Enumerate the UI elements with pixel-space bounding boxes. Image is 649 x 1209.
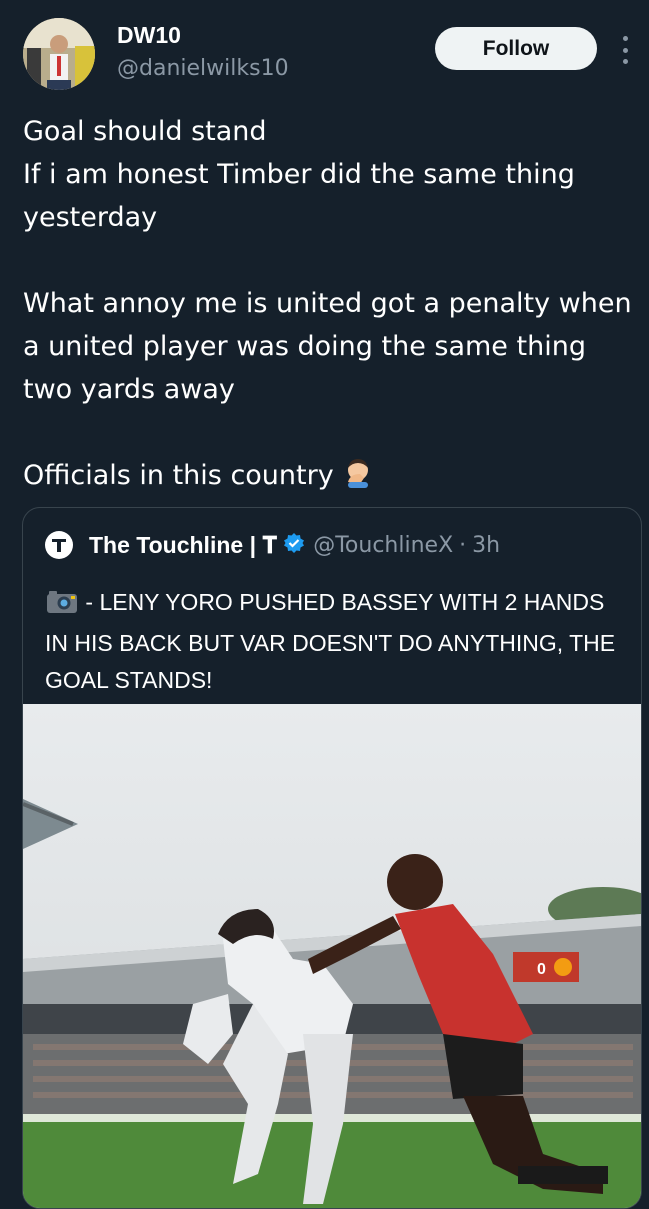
quoted-handle[interactable]: @TouchlineX	[313, 533, 453, 558]
tweet-body: Goal should stand If i am honest Timber …	[23, 110, 638, 501]
media-image[interactable]: 0	[23, 704, 641, 1208]
quoted-tweet[interactable]: The Touchline | 𝐓 @TouchlineX · 3h - LEN…	[22, 507, 642, 1209]
tweet-line-last: Officials in this country	[23, 454, 638, 501]
quoted-text: - LENY YORO PUSHED BASSEY WITH 2 HANDS I…	[45, 584, 625, 699]
camera-flash-emoji-icon	[45, 588, 79, 625]
scoreboard-score: 0	[537, 961, 546, 978]
avatar[interactable]	[23, 18, 95, 90]
separator: ·	[459, 532, 467, 558]
tweet-line: If i am honest Timber did the same thing…	[23, 159, 575, 233]
verified-badge-icon	[283, 532, 305, 558]
touchline-logo-icon	[45, 531, 73, 559]
display-name[interactable]: DW10	[117, 22, 181, 49]
tweet-line: What annoy me is united got a penalty wh…	[23, 288, 632, 405]
tweet-line-text: Officials in this country	[23, 460, 334, 491]
tweet-header: DW10 @danielwilks10 Follow	[0, 0, 649, 100]
quoted-tweet-header: The Touchline | 𝐓 @TouchlineX · 3h	[45, 528, 500, 562]
facepalm-emoji-icon	[342, 456, 374, 501]
follow-button[interactable]: Follow	[435, 27, 597, 70]
user-handle[interactable]: @danielwilks10	[117, 56, 289, 81]
more-options-icon[interactable]	[620, 36, 630, 64]
quoted-text-body: - LENY YORO PUSHED BASSEY WITH 2 HANDS I…	[45, 589, 616, 693]
tweet-line: Goal should stand	[23, 116, 267, 147]
quoted-timestamp[interactable]: 3h	[472, 533, 500, 558]
quoted-display-name[interactable]: The Touchline | 𝐓	[89, 532, 277, 559]
